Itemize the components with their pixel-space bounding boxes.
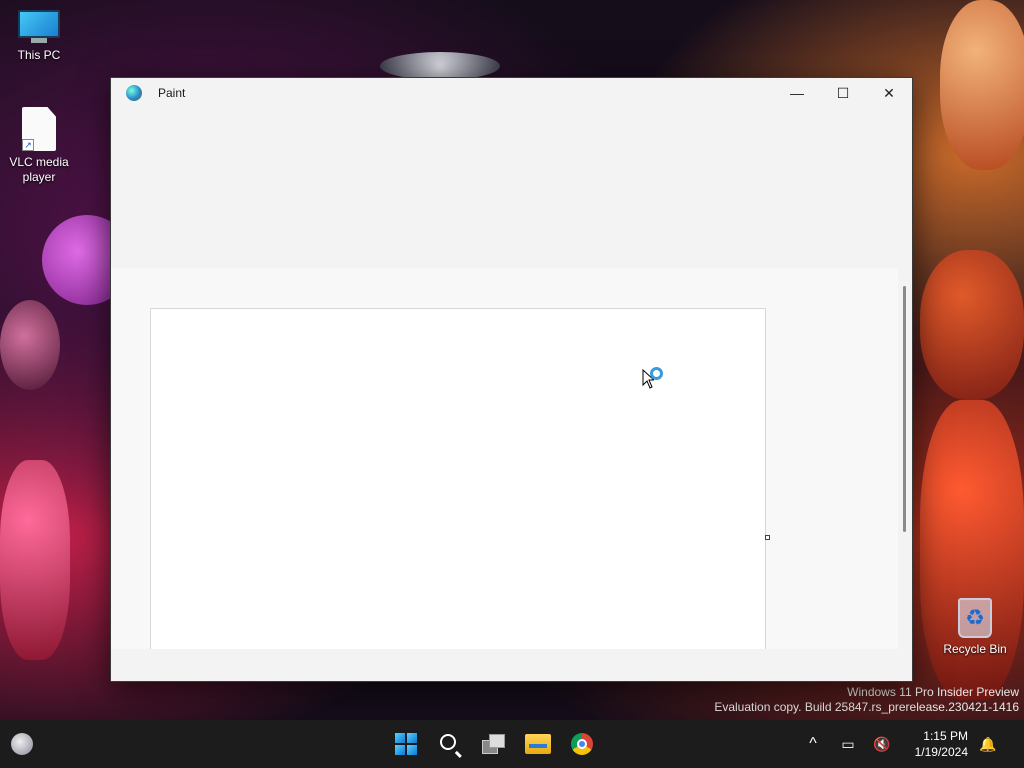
paint-window[interactable]: Paint — ☐ ✕ — [110, 77, 913, 682]
title-bar[interactable]: Paint — ☐ ✕ — [111, 78, 912, 108]
os-watermark: Windows 11 Pro Insider Preview Evaluatio… — [714, 685, 1019, 715]
wallpaper-shape — [0, 300, 60, 390]
ribbon-area — [111, 108, 912, 268]
task-view-button[interactable] — [474, 724, 514, 764]
desktop-icon-this-pc[interactable]: This PC — [1, 10, 77, 63]
show-hidden-icons-chevron-icon[interactable]: ^ — [800, 735, 826, 753]
computer-icon — [18, 10, 60, 44]
window-title: Paint — [158, 86, 186, 100]
paint-icon — [126, 85, 142, 101]
wallpaper-shape — [380, 52, 500, 80]
canvas-resize-handle[interactable] — [765, 535, 770, 540]
file-shortcut-icon: ↗ — [22, 107, 56, 151]
window-controls: — ☐ ✕ — [774, 78, 912, 108]
desktop-icon-label: VLC media player — [9, 155, 69, 184]
desktop-icon-label: Recycle Bin — [943, 642, 1007, 656]
minimize-button[interactable]: — — [774, 78, 820, 108]
clock-date: 1/19/2024 — [914, 745, 968, 759]
busy-indicator-icon — [650, 367, 663, 380]
start-icon — [395, 733, 417, 755]
clock-time: 1:15 PM — [923, 729, 968, 743]
chrome-icon — [571, 733, 593, 755]
status-bar — [111, 649, 912, 681]
maximize-button[interactable]: ☐ — [820, 78, 866, 108]
network-icon[interactable]: ▭ — [836, 736, 860, 753]
taskbar: ^ ▭ 🔇 1:15 PM 1/19/2024 🔔 — [0, 720, 1024, 768]
wallpaper-shape — [920, 250, 1024, 400]
taskbar-apps — [386, 724, 602, 764]
volume-muted-icon[interactable]: 🔇 — [870, 736, 894, 753]
file-explorer-icon — [525, 734, 551, 754]
recycle-bin-icon: ♻ — [958, 598, 992, 638]
clock[interactable]: 1:15 PM 1/19/2024 — [908, 728, 968, 760]
drawing-canvas[interactable] — [150, 308, 766, 651]
file-explorer-button[interactable] — [518, 724, 558, 764]
wallpaper-shape — [940, 0, 1024, 170]
search-button[interactable] — [430, 724, 470, 764]
desktop-icon-vlc[interactable]: ↗ VLC media player — [1, 107, 77, 185]
weather-widget-icon[interactable] — [11, 733, 33, 755]
desktop-icon-label: This PC — [17, 48, 61, 62]
notification-bell-icon[interactable]: 🔔 — [978, 736, 998, 753]
close-button[interactable]: ✕ — [866, 78, 912, 108]
system-tray: ^ ▭ 🔇 1:15 PM 1/19/2024 🔔 — [800, 720, 998, 768]
chrome-button[interactable] — [562, 724, 602, 764]
wallpaper-shape — [0, 460, 70, 660]
task-view-icon — [482, 734, 506, 754]
vertical-scrollbar[interactable] — [903, 286, 906, 532]
desktop-icon-recycle-bin[interactable]: ♻ Recycle Bin — [937, 598, 1013, 657]
search-icon — [440, 734, 462, 758]
watermark-line: Evaluation copy. Build 25847.rs_prerelea… — [714, 700, 1019, 714]
start-button[interactable] — [386, 724, 426, 764]
watermark-line: Windows 11 Pro Insider Preview — [847, 685, 1019, 699]
canvas-workspace[interactable] — [111, 268, 898, 651]
